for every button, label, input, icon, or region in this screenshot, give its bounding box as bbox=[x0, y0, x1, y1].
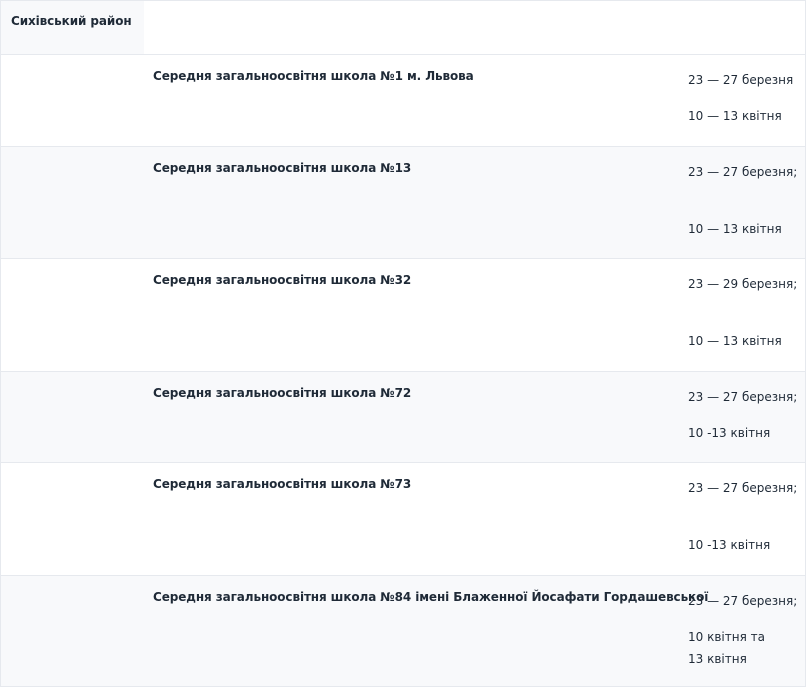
district-name: Сихівський район bbox=[1, 1, 144, 54]
date-line: 10 — 13 квітня bbox=[688, 334, 782, 348]
schedule-table: Сихівський район Середня загальноосвітня… bbox=[0, 0, 806, 687]
school-name: Середня загальноосвітня школа №1 м. Льво… bbox=[153, 69, 474, 83]
school-name: Середня загальноосвітня школа №84 імені … bbox=[153, 590, 709, 604]
table-row: Середня загальноосвітня школа №84 імені … bbox=[1, 576, 805, 687]
school-rows: Середня загальноосвітня школа №1 м. Льво… bbox=[1, 55, 805, 687]
date-spacer bbox=[688, 499, 803, 534]
date-line: 10 — 13 квітня bbox=[688, 109, 782, 123]
date-spacer bbox=[688, 295, 803, 330]
table-row: Середня загальноосвітня школа №32 23 — 2… bbox=[1, 259, 805, 372]
date-line: 10 — 13 квітня bbox=[688, 222, 782, 236]
school-name: Середня загальноосвітня школа №72 bbox=[153, 386, 412, 400]
date-line: 23 — 27 березня; bbox=[688, 481, 798, 495]
district-header-row: Сихівський район bbox=[1, 0, 805, 55]
table-row: Середня загальноосвітня школа №1 м. Льво… bbox=[1, 55, 805, 147]
date-line: 10 -13 квітня bbox=[688, 426, 771, 440]
table-row: Середня загальноосвітня школа №13 23 — 2… bbox=[1, 147, 805, 259]
date-spacer bbox=[688, 408, 803, 422]
school-dates: 23 — 27 березня; 10 -13 квітня bbox=[688, 386, 803, 444]
date-spacer bbox=[688, 183, 803, 218]
date-line: 23 — 29 березня; bbox=[688, 277, 798, 291]
school-name: Середня загальноосвітня школа №73 bbox=[153, 477, 412, 491]
school-name: Середня загальноосвітня школа №13 bbox=[153, 161, 412, 175]
date-line: 23 — 27 березня; bbox=[688, 165, 798, 179]
table-row: Середня загальноосвітня школа №73 23 — 2… bbox=[1, 463, 805, 576]
date-line: 10 квітня та bbox=[688, 630, 765, 644]
date-line: 23 — 27 березня; bbox=[688, 594, 798, 608]
school-name: Середня загальноосвітня школа №32 bbox=[153, 273, 412, 287]
date-spacer bbox=[688, 91, 803, 105]
date-spacer bbox=[688, 612, 803, 626]
date-line: 10 -13 квітня bbox=[688, 538, 771, 552]
table-row: Середня загальноосвітня школа №72 23 — 2… bbox=[1, 372, 805, 463]
date-line: 23 — 27 березня bbox=[688, 73, 794, 87]
school-dates: 23 — 29 березня; 10 — 13 квітня bbox=[688, 273, 803, 352]
school-dates: 23 — 27 березня 10 — 13 квітня bbox=[688, 69, 803, 127]
school-dates: 23 — 27 березня; 10 квітня та 13 квітня bbox=[688, 590, 803, 670]
school-dates: 23 — 27 березня; 10 -13 квітня bbox=[688, 477, 803, 556]
date-line: 23 — 27 березня; bbox=[688, 390, 798, 404]
school-dates: 23 — 27 березня; 10 — 13 квітня bbox=[688, 161, 803, 240]
date-line: 13 квітня bbox=[688, 652, 747, 666]
